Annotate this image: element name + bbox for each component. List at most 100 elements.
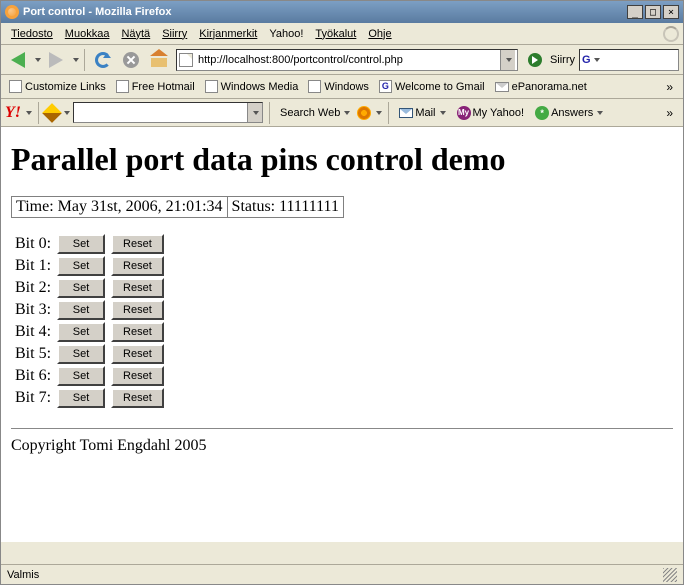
answers-icon: * — [535, 106, 549, 120]
bit-label: Bit 5: — [13, 344, 53, 364]
set-button-bit5[interactable]: Set — [57, 344, 105, 364]
menu-tyokalut[interactable]: Työkalut — [309, 26, 362, 42]
reset-button-bit3[interactable]: Reset — [111, 300, 164, 320]
bookmarks-overflow-chevron[interactable]: » — [660, 80, 679, 94]
envelope-icon — [495, 82, 509, 92]
set-button-bit1[interactable]: Set — [57, 256, 105, 276]
reset-button-bit5[interactable]: Reset — [111, 344, 164, 364]
copyright-text: Copyright Tomi Engdahl 2005 — [11, 437, 673, 455]
yahoo-menu-dropdown[interactable] — [26, 111, 32, 115]
maximize-button[interactable]: □ — [645, 5, 661, 19]
search-engine-dropdown[interactable] — [594, 58, 600, 62]
bookmark-welcome-to-gmail[interactable]: GWelcome to Gmail — [375, 78, 489, 95]
bit-label: Bit 2: — [13, 278, 53, 298]
pencil-dropdown[interactable] — [64, 111, 70, 115]
bit-label: Bit 1: — [13, 256, 53, 276]
bits-table: Bit 0:SetResetBit 1:SetResetBit 2:SetRes… — [11, 232, 168, 410]
navigation-toolbar: Siirry G — [1, 45, 683, 75]
bit-row: Bit 0:Set Reset — [13, 234, 166, 254]
set-button-bit0[interactable]: Set — [57, 234, 105, 254]
google-icon: G — [379, 80, 392, 93]
close-button[interactable]: × — [663, 5, 679, 19]
menu-muokkaa[interactable]: Muokkaa — [59, 26, 116, 42]
page-icon — [9, 80, 22, 93]
bookmarks-toolbar: Customize Links Free Hotmail Windows Med… — [1, 75, 683, 99]
bit-row: Bit 2:Set Reset — [13, 278, 166, 298]
page-icon — [308, 80, 321, 93]
page-icon — [179, 53, 193, 67]
yahoo-mail-button[interactable]: Mail — [395, 105, 449, 121]
forward-dropdown[interactable] — [73, 58, 79, 62]
bookmark-windows-media[interactable]: Windows Media — [201, 78, 303, 95]
set-button-bit2[interactable]: Set — [57, 278, 105, 298]
bit-row: Bit 1:Set Reset — [13, 256, 166, 276]
set-button-bit7[interactable]: Set — [57, 388, 105, 408]
menu-nayta[interactable]: Näytä — [115, 26, 156, 42]
bit-label: Bit 6: — [13, 366, 53, 386]
reload-icon — [95, 52, 111, 68]
set-button-bit6[interactable]: Set — [57, 366, 105, 386]
reset-button-bit0[interactable]: Reset — [111, 234, 164, 254]
url-input[interactable] — [196, 53, 500, 67]
window-titlebar: Port control - Mozilla Firefox _ □ × — [1, 1, 683, 23]
bookmark-free-hotmail[interactable]: Free Hotmail — [112, 78, 199, 95]
bit-label: Bit 4: — [13, 322, 53, 342]
yahoo-search-input[interactable] — [73, 102, 263, 123]
search-bar[interactable]: G — [579, 49, 679, 71]
reset-button-bit4[interactable]: Reset — [111, 322, 164, 342]
target-icon[interactable] — [357, 106, 371, 120]
bit-row: Bit 5:Set Reset — [13, 344, 166, 364]
set-button-bit4[interactable]: Set — [57, 322, 105, 342]
page-heading: Parallel port data pins control demo — [11, 141, 673, 178]
toolbar-separator — [84, 49, 85, 71]
stop-icon — [123, 52, 139, 68]
time-cell: Time: May 31st, 2006, 21:01:34 — [12, 197, 228, 218]
reload-button[interactable] — [90, 47, 116, 73]
go-icon — [528, 53, 542, 67]
firefox-icon — [5, 5, 19, 19]
menu-tiedosto[interactable]: Tiedosto — [5, 26, 59, 42]
bit-row: Bit 4:Set Reset — [13, 322, 166, 342]
yahoo-search-web-button[interactable]: Search Web — [276, 105, 354, 121]
bit-row: Bit 6:Set Reset — [13, 366, 166, 386]
bit-label: Bit 0: — [13, 234, 53, 254]
reset-button-bit6[interactable]: Reset — [111, 366, 164, 386]
go-button[interactable] — [522, 47, 548, 73]
go-label: Siirry — [550, 54, 575, 66]
bit-row: Bit 7:SetReset — [13, 388, 166, 408]
target-dropdown[interactable] — [376, 111, 382, 115]
bookmark-epanorama[interactable]: ePanorama.net — [491, 79, 591, 95]
resize-grip-icon[interactable] — [663, 568, 677, 582]
menu-kirjanmerkit[interactable]: Kirjanmerkit — [193, 26, 263, 42]
bookmark-windows[interactable]: Windows — [304, 78, 373, 95]
menu-siirry[interactable]: Siirry — [156, 26, 193, 42]
back-dropdown[interactable] — [35, 58, 41, 62]
minimize-button[interactable]: _ — [627, 5, 643, 19]
home-button[interactable] — [146, 47, 172, 73]
set-button-bit3[interactable]: Set — [57, 300, 105, 320]
yahoo-answers-button[interactable]: *Answers — [531, 104, 607, 122]
status-cell: Status: 11111111 — [227, 197, 343, 218]
mail-icon — [399, 108, 413, 118]
url-history-dropdown[interactable] — [500, 50, 515, 70]
reset-button-bit1[interactable]: Reset — [111, 256, 164, 276]
yahoo-overflow-chevron[interactable]: » — [660, 106, 679, 120]
forward-arrow-icon — [49, 52, 63, 68]
forward-button[interactable] — [43, 47, 69, 73]
activity-indicator-icon — [663, 26, 679, 42]
page-icon — [205, 80, 218, 93]
pencil-icon[interactable] — [42, 103, 62, 123]
reset-button-bit2[interactable]: Reset — [111, 278, 164, 298]
menu-yahoo[interactable]: Yahoo! — [263, 26, 309, 42]
back-button[interactable] — [5, 47, 31, 73]
yahoo-logo-icon[interactable]: Y! — [5, 104, 21, 122]
stop-button[interactable] — [118, 47, 144, 73]
my-yahoo-icon: My — [457, 106, 471, 120]
reset-button-bit7[interactable]: Reset — [111, 388, 164, 408]
yahoo-toolbar: Y! Search Web Mail MyMy Yahoo! *Answers … — [1, 99, 683, 127]
menu-ohje[interactable]: Ohje — [362, 26, 397, 42]
yahoo-my-button[interactable]: MyMy Yahoo! — [453, 104, 529, 122]
location-bar[interactable] — [176, 49, 518, 71]
status-bar: Valmis — [1, 564, 683, 584]
bookmark-customize-links[interactable]: Customize Links — [5, 78, 110, 95]
